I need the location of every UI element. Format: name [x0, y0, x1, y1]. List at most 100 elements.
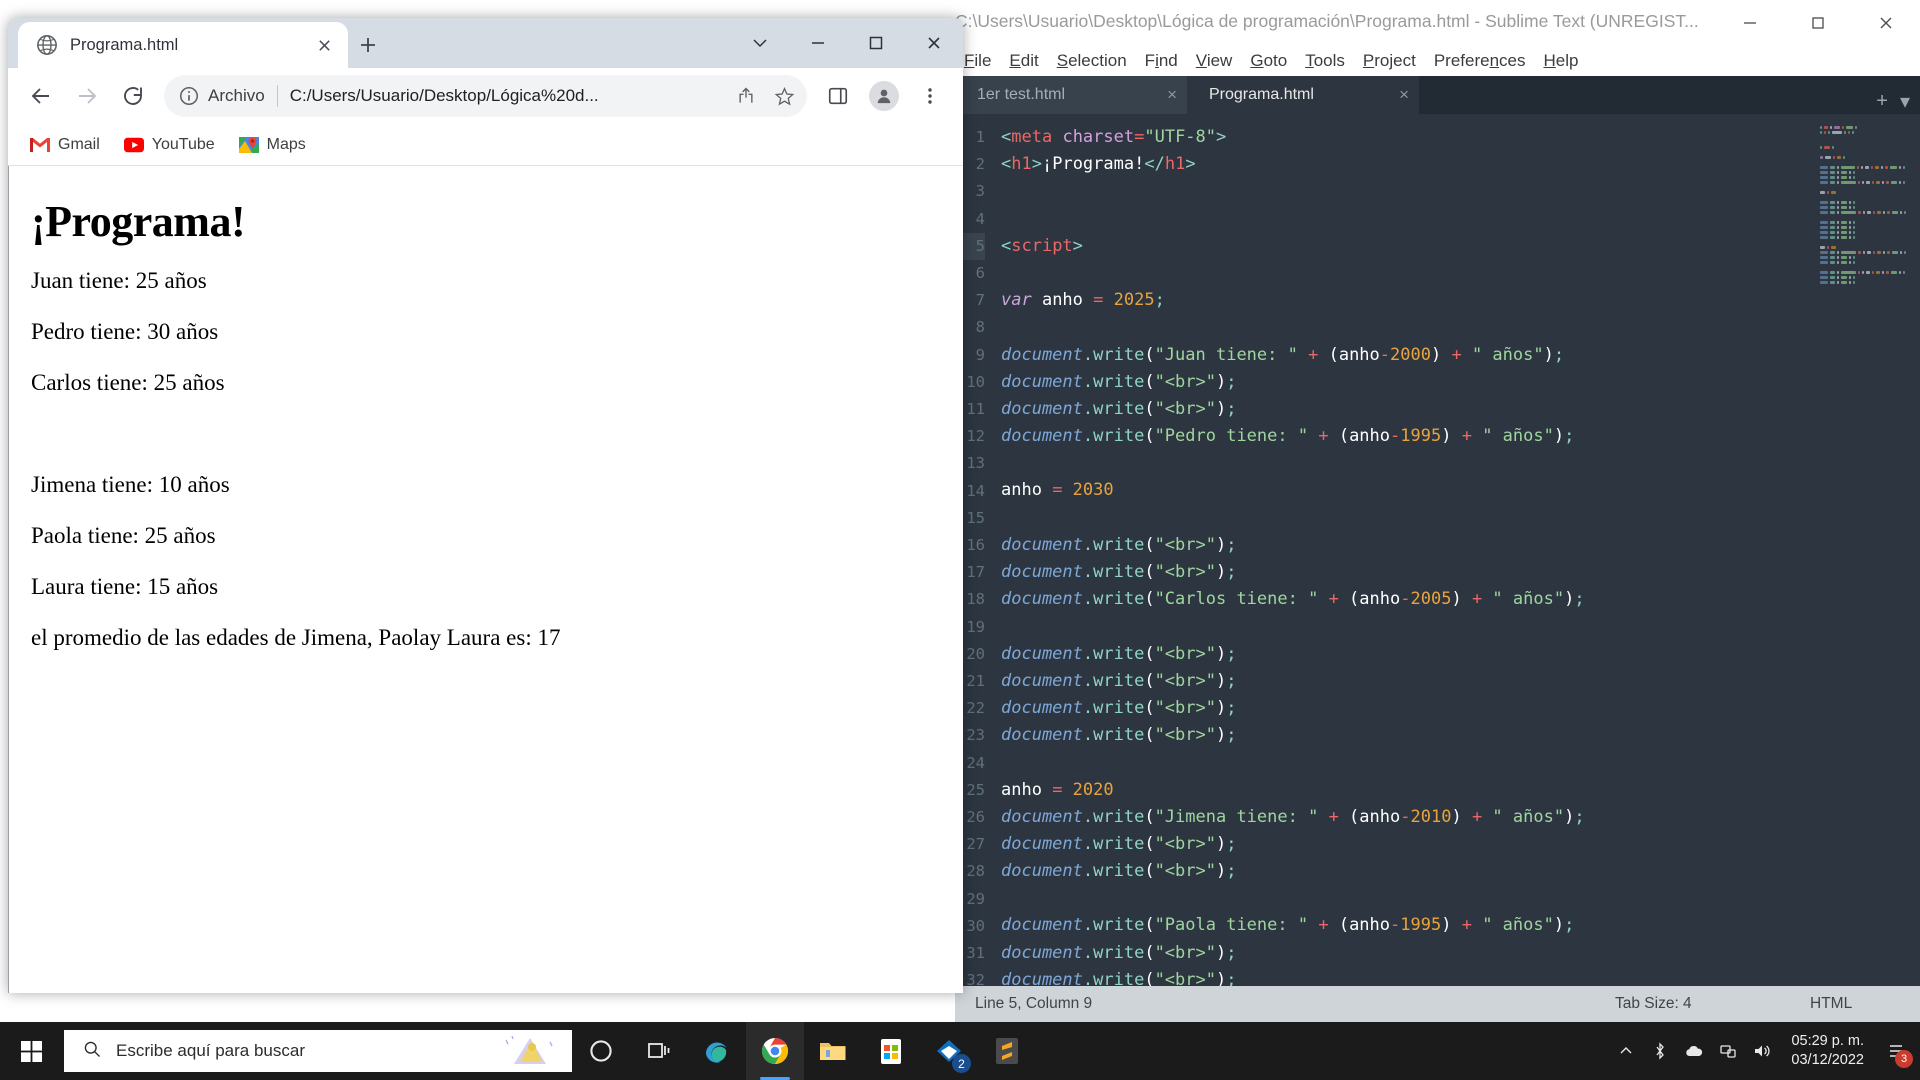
- address-bar[interactable]: Archivo C:/Users/Usuario/Desktop/Lógica%…: [164, 75, 807, 117]
- code-token: "<br>": [1154, 942, 1216, 963]
- code-line[interactable]: [1001, 885, 1920, 912]
- new-tab-button[interactable]: [348, 22, 388, 68]
- editor-tab[interactable]: Programa.html ×: [1187, 76, 1419, 114]
- clock[interactable]: 05:29 p. m. 03/12/2022: [1779, 1032, 1876, 1070]
- microsoft-store-icon[interactable]: [862, 1022, 920, 1080]
- code-line[interactable]: document.write("<br>");: [1001, 831, 1920, 858]
- code-token: document: [1001, 589, 1083, 610]
- chrome-icon[interactable]: [746, 1022, 804, 1080]
- reload-icon[interactable]: [112, 75, 154, 117]
- edge-icon[interactable]: [688, 1022, 746, 1080]
- three-dot-menu-icon[interactable]: [909, 75, 951, 117]
- code-line[interactable]: [1001, 314, 1920, 341]
- minimap-token: [1829, 126, 1832, 129]
- code-line[interactable]: document.write("Jimena tiene: " + (anho-…: [1001, 804, 1920, 831]
- url-text[interactable]: C:/Users/Usuario/Desktop/Lógica%20d...: [290, 86, 723, 106]
- code-line[interactable]: document.write("<br>");: [1001, 641, 1920, 668]
- menu-help[interactable]: Help: [1535, 51, 1588, 71]
- bookmark-maps[interactable]: Maps: [229, 130, 316, 160]
- close-icon[interactable]: ×: [1385, 85, 1409, 105]
- browser-tab[interactable]: Programa.html: [18, 22, 348, 68]
- sublime-text-icon[interactable]: [978, 1022, 1036, 1080]
- code-line[interactable]: document.write("<br>");: [1001, 940, 1920, 967]
- cortana-icon[interactable]: [572, 1022, 630, 1080]
- code-line[interactable]: document.write("<br>");: [1001, 369, 1920, 396]
- sublime-close-button[interactable]: [1852, 0, 1920, 46]
- code-line[interactable]: [1001, 749, 1920, 776]
- code-line[interactable]: document.write("Carlos tiene: " + (anho-…: [1001, 586, 1920, 613]
- network-icon[interactable]: [1711, 1022, 1745, 1080]
- code-line[interactable]: document.write("<br>");: [1001, 722, 1920, 749]
- code-line[interactable]: [1001, 178, 1920, 205]
- code-line[interactable]: document.write("<br>");: [1001, 668, 1920, 695]
- code-line[interactable]: document.write("<br>");: [1001, 695, 1920, 722]
- bluetooth-icon[interactable]: [1643, 1022, 1677, 1080]
- minimap-token: [1898, 166, 1901, 169]
- avatar-icon[interactable]: [863, 75, 905, 117]
- sublime-maximize-button[interactable]: [1784, 0, 1852, 46]
- menu-find[interactable]: Find: [1136, 51, 1187, 71]
- new-tab-button[interactable]: +: [1876, 90, 1888, 113]
- chrome-close-button[interactable]: [905, 18, 963, 68]
- menu-view[interactable]: View: [1187, 51, 1242, 71]
- code-line[interactable]: [1001, 206, 1920, 233]
- chrome-maximize-button[interactable]: [847, 18, 905, 68]
- info-circle-icon[interactable]: [178, 85, 200, 107]
- code-line[interactable]: document.write("<br>");: [1001, 396, 1920, 423]
- menu-preferences[interactable]: Preferences: [1425, 51, 1535, 71]
- code-line[interactable]: document.write("<br>");: [1001, 858, 1920, 885]
- close-icon[interactable]: [312, 33, 336, 57]
- code-line[interactable]: document.write("<br>");: [1001, 559, 1920, 586]
- editor-tab[interactable]: 1er test.html ×: [955, 76, 1187, 114]
- menu-selection[interactable]: Selection: [1048, 51, 1136, 71]
- code-line[interactable]: var anho = 2025;: [1001, 287, 1920, 314]
- windows-start-icon[interactable]: [0, 1022, 64, 1080]
- code-line[interactable]: [1001, 505, 1920, 532]
- minimap[interactable]: [1814, 114, 1920, 986]
- code-line[interactable]: <meta charset="UTF-8">: [1001, 124, 1920, 151]
- menu-tools[interactable]: Tools: [1296, 51, 1354, 71]
- chrome-minimize-button[interactable]: [789, 18, 847, 68]
- mail-icon[interactable]: 2: [920, 1022, 978, 1080]
- back-arrow-icon[interactable]: [20, 75, 62, 117]
- minimap-token: [1824, 131, 1826, 134]
- task-view-icon[interactable]: [630, 1022, 688, 1080]
- code-line[interactable]: <h1>¡Programa!</h1>: [1001, 151, 1920, 178]
- code-line[interactable]: document.write("Pedro tiene: " + (anho-1…: [1001, 423, 1920, 450]
- code-line[interactable]: [1001, 450, 1920, 477]
- code-line[interactable]: [1001, 613, 1920, 640]
- tab-overflow-button[interactable]: ▾: [1900, 89, 1910, 114]
- code-editor[interactable]: <meta charset="UTF-8"> <h1>¡Programa!</h1…: [991, 114, 1920, 986]
- onedrive-icon[interactable]: [1677, 1022, 1711, 1080]
- code-line[interactable]: document.write("<br>");: [1001, 532, 1920, 559]
- taskbar-search-box[interactable]: Escribe aquí para buscar: [64, 1030, 572, 1072]
- tab-size-status[interactable]: Tab Size: 4: [1615, 995, 1692, 1013]
- volume-icon[interactable]: [1745, 1022, 1779, 1080]
- tray-chevron-icon[interactable]: [1609, 1022, 1643, 1080]
- menu-edit[interactable]: Edit: [1000, 51, 1047, 71]
- side-panel-icon[interactable]: [817, 75, 859, 117]
- minimap-line: [1820, 261, 1920, 264]
- code-line[interactable]: <script>: [1001, 233, 1920, 260]
- bookmark-youtube[interactable]: YouTube: [114, 130, 225, 160]
- code-line[interactable]: document.write("Paola tiene: " + (anho-1…: [1001, 912, 1920, 939]
- code-line[interactable]: document.write("Juan tiene: " + (anho-20…: [1001, 342, 1920, 369]
- code-line[interactable]: anho = 2030: [1001, 477, 1920, 504]
- minimap-token: [1832, 156, 1835, 159]
- bookmark-gmail[interactable]: Gmail: [20, 130, 110, 160]
- menu-project[interactable]: Project: [1354, 51, 1425, 71]
- file-explorer-icon[interactable]: [804, 1022, 862, 1080]
- chevron-down-icon[interactable]: [731, 18, 789, 68]
- code-line[interactable]: anho = 2020: [1001, 777, 1920, 804]
- star-icon[interactable]: [769, 81, 799, 111]
- syntax-mode-status[interactable]: HTML: [1810, 995, 1852, 1013]
- notification-center-icon[interactable]: 3: [1876, 1022, 1916, 1080]
- forward-arrow-icon[interactable]: [66, 75, 108, 117]
- share-icon[interactable]: [731, 81, 761, 111]
- close-icon[interactable]: ×: [1153, 85, 1177, 105]
- code-line[interactable]: document.write("<br>");: [1001, 967, 1920, 986]
- minimap-token: [1848, 176, 1851, 179]
- menu-goto[interactable]: Goto: [1241, 51, 1296, 71]
- sublime-minimize-button[interactable]: [1716, 0, 1784, 46]
- code-line[interactable]: [1001, 260, 1920, 287]
